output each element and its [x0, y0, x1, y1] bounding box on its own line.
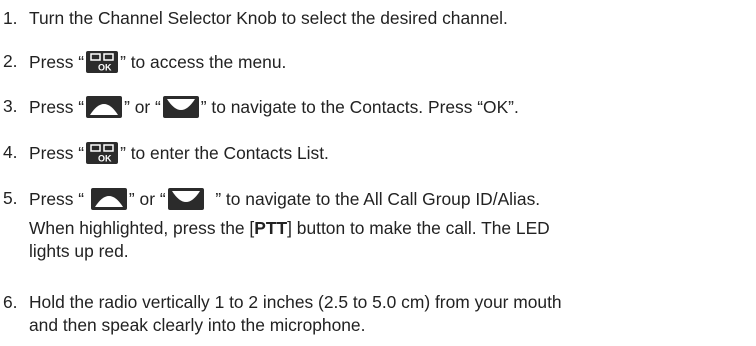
step-number: 5. [3, 188, 18, 208]
step-text-pre: Press “ [29, 143, 85, 163]
step-body: Press “ ” or “ ” to navigate to the All … [29, 187, 754, 263]
step-text: When highlighted, press the [ [29, 218, 255, 238]
up-arrow-button-icon [85, 95, 123, 125]
step-body: Press “ OK ” to enter the Contacts List. [29, 141, 754, 171]
step-line-1: Press “ ” or “ ” to navigate to the All … [29, 188, 541, 210]
step-line-2: and then speak clearly into the micropho… [29, 315, 366, 335]
step-body: Press “ ” or “ ” to navigate to the Cont… [29, 95, 754, 125]
step-line-2: When highlighted, press the [PTT] button… [29, 218, 550, 238]
step-number: 4. [3, 142, 18, 162]
icon-label: OK [98, 63, 112, 73]
step-text-post: ” to enter the Contacts List. [120, 143, 329, 163]
step-text-pre: Press “ [29, 189, 85, 209]
icon-label: OK [98, 154, 112, 164]
step-number: 2. [3, 51, 18, 71]
step-body: Hold the radio vertically 1 to 2 inches … [29, 291, 754, 337]
step-body: Press “ OK ” to access the menu. [29, 50, 754, 80]
step-text-post: ” to navigate to the All Call Group ID/A… [215, 189, 541, 209]
step-text: ] button to make the call. The LED [287, 218, 550, 238]
step-line-1: Hold the radio vertically 1 to 2 inches … [29, 292, 562, 312]
menu-ok-button-icon: OK [85, 141, 119, 171]
menu-ok-button-icon: OK [85, 50, 119, 80]
step-text-mid: ” or “ [124, 97, 161, 117]
step-number: 6. [3, 292, 18, 312]
step-number: 3. [3, 96, 18, 116]
step-text-pre: Press “ [29, 52, 85, 72]
up-arrow-button-icon [90, 187, 128, 217]
step-number: 1. [3, 8, 18, 28]
instruction-page: 1. Turn the Channel Selector Knob to sel… [0, 0, 756, 346]
step-text-post: ” to access the menu. [120, 52, 287, 72]
step-text-mid: ” or “ [128, 189, 166, 209]
down-arrow-button-icon [162, 95, 200, 125]
step-text: Turn the Channel Selector Knob to select… [29, 8, 508, 28]
step-text-post: ” to navigate to the Contacts. Press “OK… [200, 97, 519, 117]
step-line-3: lights up red. [29, 241, 129, 261]
step-text-pre: Press “ [29, 97, 85, 117]
ptt-label: PTT [254, 218, 288, 238]
down-arrow-button-icon [167, 187, 205, 217]
